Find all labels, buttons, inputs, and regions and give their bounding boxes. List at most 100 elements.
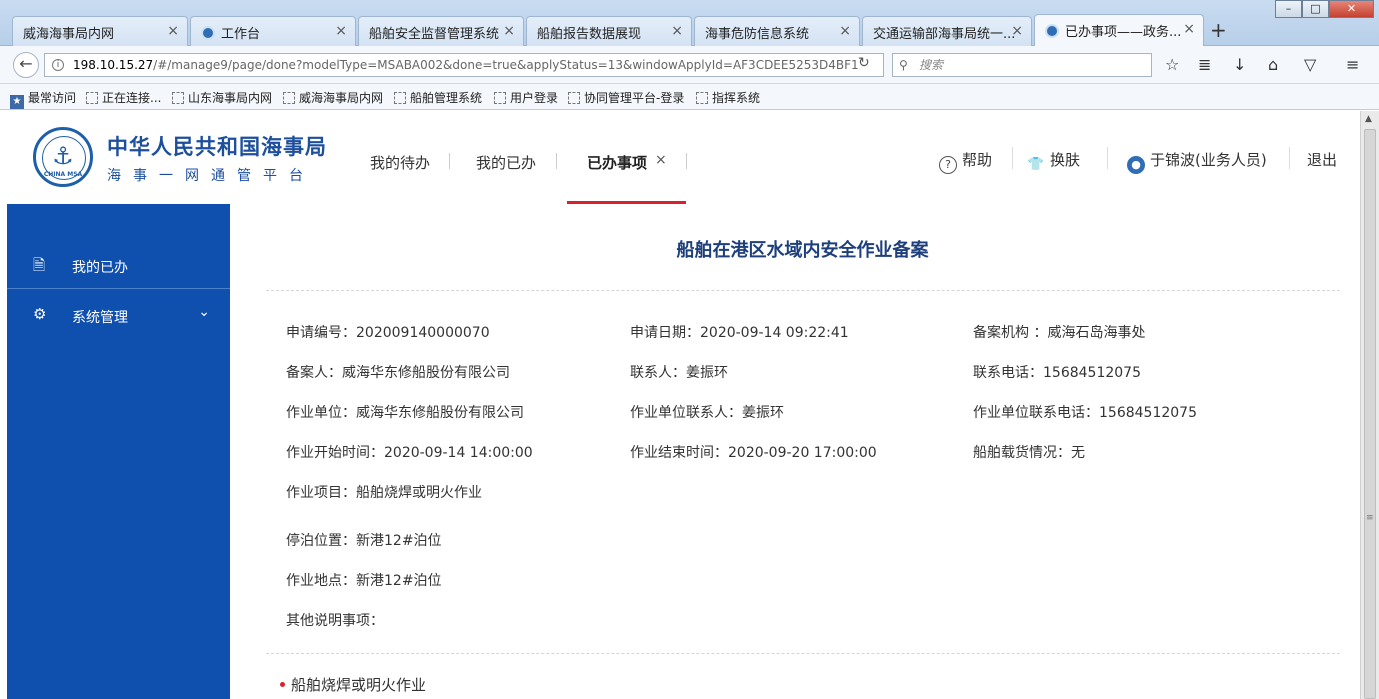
new-tab-button[interactable]: + [1210, 18, 1227, 42]
msa-logo: ⚓ CHINA MSA [33, 127, 93, 187]
pocket-icon[interactable]: ▽ [1304, 55, 1316, 74]
field-berth: 停泊位置：新港12#泊位 [286, 533, 442, 549]
bookmark-label: 山东海事局内网 [188, 91, 273, 105]
bookmark-label: 指挥系统 [712, 91, 761, 105]
sidebar-item-system[interactable]: ⚙ 系统管理 ⌄ [7, 289, 230, 341]
back-button[interactable]: ← [13, 52, 39, 78]
divider [266, 653, 1340, 654]
globe-icon [201, 26, 215, 40]
logout-button[interactable]: 退出 [1307, 149, 1337, 170]
sidebar-item-my-done[interactable]: 🗎 我的已办 [7, 239, 230, 291]
globe-icon [1045, 24, 1059, 38]
bookmark-most-visited[interactable]: ★ 最常访问 [10, 89, 76, 109]
home-icon[interactable]: ⌂ [1268, 55, 1278, 74]
chevron-down-icon: ⌄ [198, 304, 210, 320]
bookmark-label: 协同管理平台-登录 [584, 91, 685, 105]
minimize-button[interactable]: – [1275, 0, 1302, 18]
tab-close-icon[interactable]: × [1011, 23, 1023, 39]
menu-icon[interactable]: ≡ [1346, 55, 1359, 74]
tab-label: 船舶报告数据展现 [537, 27, 642, 42]
field-apply-date: 申请日期：2020-09-14 09:22:41 [630, 325, 849, 341]
bullet-dot [280, 682, 285, 687]
bookmark-item[interactable]: 指挥系统 [696, 89, 760, 106]
brand-subtitle: 海事一网通管平台 [107, 168, 315, 184]
browser-tab-active[interactable]: 已办事项——政务... × [1034, 14, 1204, 47]
tab-close-icon[interactable]: × [167, 23, 179, 39]
user-icon: ● [1127, 156, 1145, 174]
reading-list-icon[interactable]: ≣ [1198, 55, 1211, 74]
help-label: 帮助 [962, 151, 993, 169]
tab-label: 海事危防信息系统 [705, 27, 810, 42]
url-path: /#/manage9/page/done?modelType=MSABA002&… [153, 58, 859, 72]
bookmark-item[interactable]: 用户登录 [494, 89, 558, 106]
browser-tab-bar: 威海海事局内网 × 工作台 × 船舶安全监督管理系统 × 船舶报告数据展现 × … [0, 0, 1379, 47]
browser-tab-3[interactable]: 船舶安全监督管理系统 × [358, 16, 524, 46]
browser-nav-bar: ← i 198.10.15.27/#/manage9/page/done?mod… [0, 46, 1379, 84]
logo-text: CHINA MSA [43, 171, 83, 178]
browser-tab-4[interactable]: 船舶报告数据展现 × [526, 16, 692, 46]
shirt-icon: 👕 [1027, 157, 1045, 172]
tab-label: 工作台 [221, 27, 261, 42]
bookmark-item[interactable]: 正在连接... [86, 89, 161, 106]
vertical-scrollbar[interactable]: ▲ ≡ [1360, 111, 1379, 699]
main-content: 船舶在港区水域内安全作业备案 申请编号：202009140000070 申请日期… [230, 204, 1360, 699]
page-icon [86, 92, 98, 104]
page-icon [283, 92, 295, 104]
anchor-icon: ⚓ [52, 142, 74, 170]
close-icon[interactable]: × [655, 152, 667, 168]
search-placeholder: 搜索 [919, 58, 944, 72]
bookmark-item[interactable]: 船舶管理系统 [394, 89, 482, 106]
app-page: ⚓ CHINA MSA 中华人民共和国海事局 海事一网通管平台 我的待办 我的已… [7, 111, 1360, 699]
bookmark-item[interactable]: 协同管理平台-登录 [568, 89, 684, 106]
tab-label: 交通运输部海事局统一... [873, 27, 1016, 42]
help-button[interactable]: ? 帮助 [939, 149, 992, 174]
info-icon[interactable]: i [52, 59, 64, 71]
address-bar[interactable]: i 198.10.15.27/#/manage9/page/done?model… [44, 53, 884, 77]
page-icon [568, 92, 580, 104]
nav-my-todo[interactable]: 我的待办 [370, 152, 430, 173]
section-heading: 船舶烧焊或明火作业 [280, 674, 426, 695]
browser-tab-5[interactable]: 海事危防信息系统 × [694, 16, 860, 46]
user-menu[interactable]: ● 于锦波(业务人员) [1127, 149, 1267, 174]
document-icon: 🗎 [33, 256, 46, 274]
field-phone: 联系电话：15684512075 [973, 365, 1141, 381]
sidebar-item-label: 系统管理 [72, 310, 128, 326]
nav-divider [556, 153, 557, 169]
tab-label: 威海海事局内网 [23, 27, 115, 42]
nav-tab-active[interactable]: 已办事项 × [567, 111, 686, 204]
tab-close-icon[interactable]: × [503, 23, 515, 39]
skin-button[interactable]: 👕 换肤 [1027, 149, 1080, 175]
tab-label: 船舶安全监督管理系统 [369, 27, 500, 42]
nav-my-done[interactable]: 我的已办 [476, 152, 536, 173]
tab-close-icon[interactable]: × [671, 23, 683, 39]
field-work-unit: 作业单位：威海华东修船股份有限公司 [286, 405, 524, 421]
maximize-button[interactable]: □ [1302, 0, 1329, 18]
tab-close-icon[interactable]: × [1183, 21, 1195, 37]
tab-close-icon[interactable]: × [335, 23, 347, 39]
divider [266, 290, 1340, 291]
search-input[interactable]: ⚲ 搜索 [892, 53, 1152, 77]
page-icon [172, 92, 184, 104]
scrollbar-thumb[interactable] [1364, 129, 1376, 699]
util-divider [1289, 147, 1290, 169]
close-window-button[interactable]: ✕ [1329, 0, 1374, 18]
bookmark-item[interactable]: 山东海事局内网 [172, 89, 272, 106]
field-start-time: 作业开始时间：2020-09-14 14:00:00 [286, 445, 533, 461]
browser-tab-6[interactable]: 交通运输部海事局统一... × [862, 16, 1032, 46]
field-cargo: 船舶载货情况：无 [973, 445, 1085, 461]
browser-tab-2[interactable]: 工作台 × [190, 16, 356, 46]
download-icon[interactable]: ↓ [1233, 55, 1246, 74]
field-filer: 备案人：威海华东修船股份有限公司 [286, 365, 510, 381]
bookmark-item[interactable]: 威海海事局内网 [283, 89, 383, 106]
browser-tab-1[interactable]: 威海海事局内网 × [12, 16, 188, 46]
page-icon [494, 92, 506, 104]
section-heading-label: 船舶烧焊或明火作业 [291, 676, 427, 694]
scroll-up-icon[interactable]: ▲ [1365, 114, 1372, 124]
reload-icon[interactable]: ↻ [858, 55, 870, 71]
tab-close-icon[interactable]: × [839, 23, 851, 39]
bookmarks-bar: ★ 最常访问 正在连接... 山东海事局内网 威海海事局内网 船舶管理系统 用户登… [0, 84, 1379, 110]
form-title: 船舶在港区水域内安全作业备案 [676, 240, 929, 261]
app-header: ⚓ CHINA MSA 中华人民共和国海事局 海事一网通管平台 我的待办 我的已… [7, 111, 1360, 204]
bookmark-star-icon[interactable]: ☆ [1165, 55, 1179, 74]
field-contact: 联系人：姜振环 [630, 365, 728, 381]
